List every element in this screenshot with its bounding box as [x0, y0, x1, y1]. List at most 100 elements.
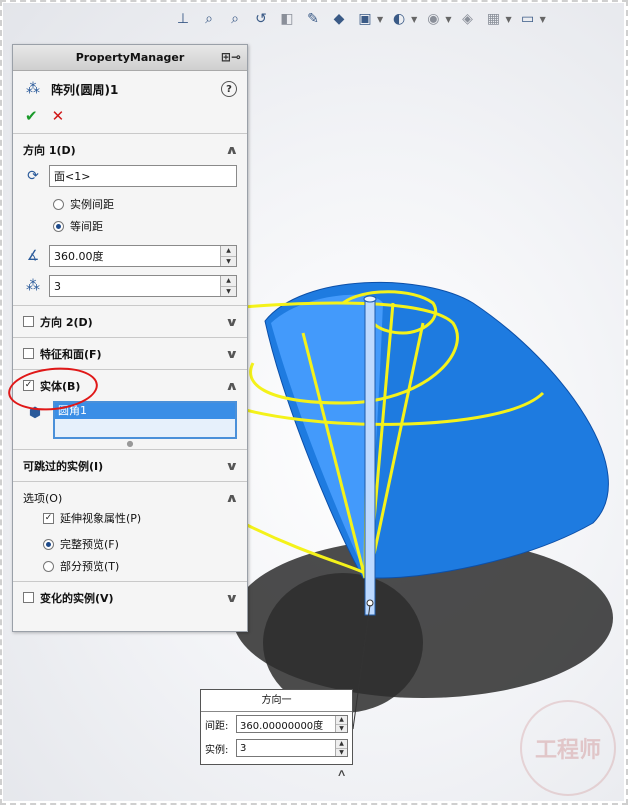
spin-up-icon[interactable]: ▲ — [221, 276, 236, 286]
ok-check-icon[interactable]: ✔ — [25, 107, 38, 125]
chevron-down-icon[interactable]: ∨ — [225, 591, 239, 605]
propagate-visual-checkbox[interactable]: ✓ — [43, 512, 54, 524]
angle-spin-buttons[interactable]: ▲ ▼ — [220, 246, 236, 266]
skip-instances-label: 可跳过的实例(I) — [23, 459, 104, 473]
section-bodies: ✓ 实体(B) ∧ ⬢ 圆角1 ● — [13, 369, 247, 449]
watermark-text: 工程师 — [534, 738, 601, 763]
display-style-icon[interactable]: ◆ — [329, 9, 349, 29]
direction1-label: 方向 1(D) — [23, 143, 76, 157]
features-faces-label: 特征和面(F) — [40, 347, 102, 361]
watermark-logo: 工程师 — [520, 700, 616, 796]
partial-preview-label: 部分预览(T) — [60, 560, 120, 573]
equal-spacing-option[interactable]: 等间距 — [13, 215, 247, 237]
partial-preview-option[interactable]: 部分预览(T) — [13, 555, 247, 577]
help-icon[interactable]: ? — [221, 81, 237, 97]
spin-up-icon[interactable]: ▲ — [221, 246, 236, 256]
callout-instances-field[interactable]: 3 ▲ ▼ — [236, 739, 348, 757]
section-view-icon[interactable]: ◧ — [277, 9, 297, 29]
view-setting-icon[interactable]: ◐ — [389, 9, 409, 29]
bodies-header[interactable]: ✓ 实体(B) ∧ — [13, 370, 247, 401]
partial-preview-radio[interactable] — [43, 560, 54, 572]
options-label: 选项(O) — [23, 491, 63, 505]
section-vary-instances: 变化的实例(V) ∨ — [13, 581, 247, 613]
bodies-list-item[interactable]: 圆角1 — [55, 403, 235, 419]
spin-down-icon[interactable]: ▼ — [336, 723, 347, 732]
features-faces-header[interactable]: 特征和面(F) ∨ — [13, 338, 247, 369]
cancel-x-icon[interactable]: ✕ — [52, 107, 65, 125]
callout-instances-spin[interactable]: ▲ ▼ — [335, 740, 347, 756]
bodies-listbox[interactable]: 圆角1 — [53, 401, 237, 439]
section-direction1: 方向 1(D) ∧ ⟳ 面<1> 实例间距 等间距 ∡ 360.00度 ▲ ▼ ⁂… — [13, 133, 247, 297]
dynamic-annotation-icon[interactable]: ✎ — [303, 9, 323, 29]
section-options: 选项(O) ∧ ✓ 延伸视象属性(P) 完整预览(F) 部分预览(T) — [13, 481, 247, 577]
chevron-down-icon[interactable]: ▼ — [411, 15, 417, 24]
previous-view-icon[interactable]: ↺ — [251, 9, 271, 29]
callout-spacing-value: 360.00000000度 — [240, 720, 324, 732]
direction1-header[interactable]: 方向 1(D) ∧ — [13, 134, 247, 165]
monitor-icon[interactable]: ▭ — [518, 9, 538, 29]
property-manager-header: PropertyManager ⊞⊸ — [13, 45, 247, 71]
scene-settings-icon[interactable]: ▦ — [483, 9, 503, 29]
equal-spacing-label: 等间距 — [70, 220, 103, 233]
spin-up-icon[interactable]: ▲ — [336, 716, 347, 724]
view-orientation-icon[interactable]: ⊥ — [173, 9, 193, 29]
zoom-area-icon[interactable]: ⌕ — [225, 9, 245, 29]
confirm-row: ✔ ✕ — [13, 101, 247, 133]
chevron-up-icon[interactable]: ∧ — [225, 491, 239, 505]
callout-spacing-field[interactable]: 360.00000000度 ▲ ▼ — [236, 715, 348, 733]
chevron-up-icon[interactable]: ∧ — [225, 143, 239, 157]
chevron-down-icon[interactable]: ∨ — [225, 347, 239, 361]
chevron-up-icon[interactable]: ∧ — [337, 768, 347, 779]
chevron-down-icon[interactable]: ▼ — [445, 15, 451, 24]
axis-rod[interactable] — [364, 298, 376, 616]
pattern-callout-box: 方向一 间距: 360.00000000度 ▲ ▼ 实例: 3 ▲ ▼ — [200, 689, 353, 765]
instance-spacing-option[interactable]: 实例间距 — [13, 193, 247, 215]
instance-count-icon: ⁂ — [26, 278, 40, 294]
count-spin-buttons[interactable]: ▲ ▼ — [220, 276, 236, 296]
scene-icon[interactable]: ◈ — [457, 9, 477, 29]
vary-instances-checkbox[interactable] — [23, 592, 34, 603]
feature-title-row: ⁂ 阵列(圆周)1 ? — [13, 71, 247, 101]
instance-spacing-radio[interactable] — [53, 198, 64, 210]
equal-spacing-radio[interactable] — [53, 220, 64, 232]
pin-icon[interactable]: ⊞⊸ — [221, 50, 241, 64]
skip-instances-header[interactable]: 可跳过的实例(I) ∨ — [13, 450, 247, 481]
resize-grip-icon[interactable]: ● — [13, 439, 247, 449]
callout-spacing-spin[interactable]: ▲ ▼ — [335, 716, 347, 732]
chevron-down-icon[interactable]: ▼ — [540, 15, 546, 24]
section-features-faces: 特征和面(F) ∨ — [13, 337, 247, 369]
direction2-header[interactable]: 方向 2(D) ∨ — [13, 306, 247, 337]
chevron-down-icon[interactable]: ▼ — [505, 15, 511, 24]
full-preview-option[interactable]: 完整预览(F) — [13, 533, 247, 555]
reverse-direction-icon[interactable]: ⟳ — [23, 166, 43, 186]
bodies-checkbox[interactable]: ✓ — [23, 380, 34, 391]
property-manager-panel: PropertyManager ⊞⊸ ⁂ 阵列(圆周)1 ? ✔ ✕ 方向 1(… — [12, 44, 248, 632]
section-skip-instances: 可跳过的实例(I) ∨ — [13, 449, 247, 481]
chevron-down-icon[interactable]: ∨ — [225, 315, 239, 329]
spin-down-icon[interactable]: ▼ — [221, 285, 236, 296]
spin-down-icon[interactable]: ▼ — [221, 255, 236, 266]
callout-spacing-row: 间距: 360.00000000度 ▲ ▼ — [201, 712, 352, 736]
chevron-down-icon[interactable]: ▼ — [377, 15, 383, 24]
full-preview-radio[interactable] — [43, 538, 54, 550]
angle-spinbox[interactable]: 360.00度 ▲ ▼ — [49, 245, 237, 267]
count-spinbox[interactable]: 3 ▲ ▼ — [49, 275, 237, 297]
spin-down-icon[interactable]: ▼ — [336, 747, 347, 756]
propagate-visual-option[interactable]: ✓ 延伸视象属性(P) — [13, 507, 247, 529]
count-row: ⁂ 3 ▲ ▼ — [13, 275, 247, 297]
pattern-axis-value: 面<1> — [54, 170, 91, 183]
appearance-icon[interactable]: ◉ — [423, 9, 443, 29]
chevron-down-icon[interactable]: ∨ — [225, 459, 239, 473]
zoom-to-fit-icon[interactable]: ⌕ — [199, 9, 219, 29]
bodies-list-empty[interactable] — [55, 419, 235, 437]
direction2-checkbox[interactable] — [23, 316, 34, 327]
spin-up-icon[interactable]: ▲ — [336, 740, 347, 748]
section-direction2: 方向 2(D) ∨ — [13, 305, 247, 337]
features-faces-checkbox[interactable] — [23, 348, 34, 359]
chevron-up-icon[interactable]: ∧ — [225, 379, 239, 393]
pattern-axis-field[interactable]: 面<1> — [49, 165, 237, 187]
callout-instances-label: 实例: — [205, 744, 229, 756]
vary-instances-header[interactable]: 变化的实例(V) ∨ — [13, 582, 247, 613]
hide-show-icon[interactable]: ▣ — [355, 9, 375, 29]
vary-instances-label: 变化的实例(V) — [40, 591, 114, 605]
